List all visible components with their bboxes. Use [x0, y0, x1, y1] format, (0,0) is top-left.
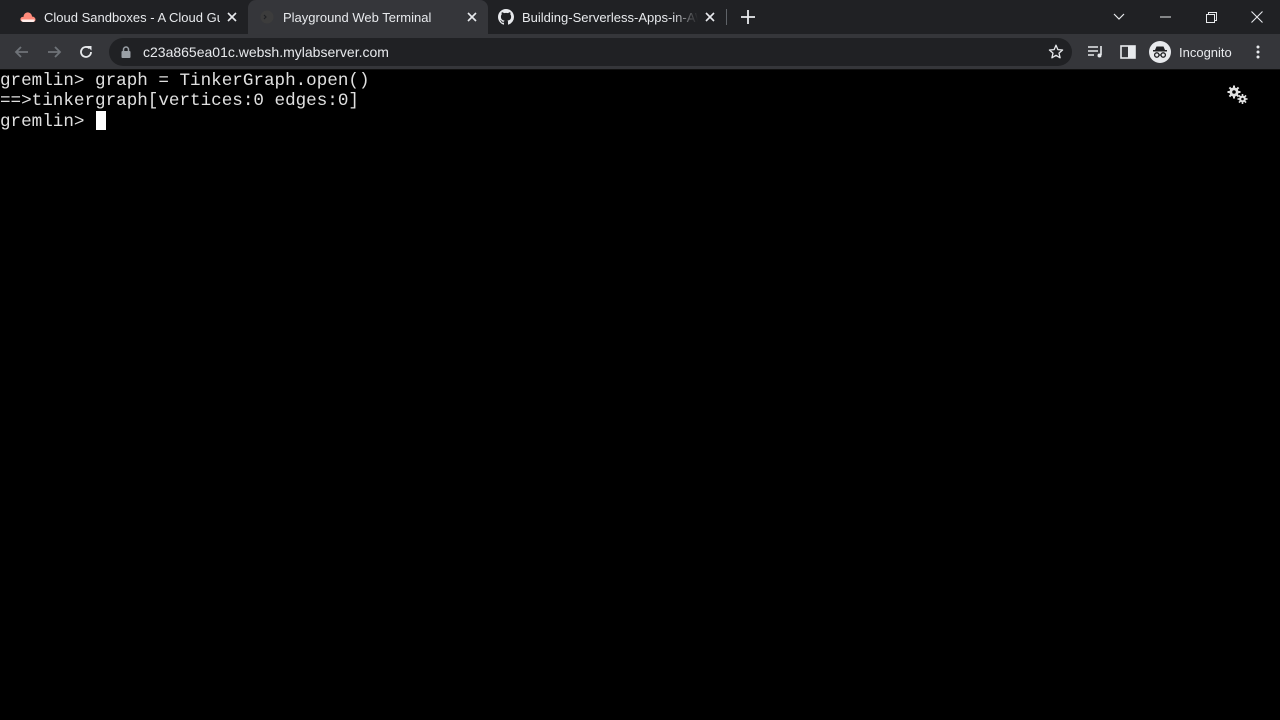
tab-cloud-sandboxes[interactable]: Cloud Sandboxes - A Cloud Guru — [0, 0, 248, 34]
incognito-profile-button[interactable]: Incognito — [1146, 38, 1240, 66]
new-tab-button[interactable] — [738, 7, 758, 27]
side-panel-button[interactable] — [1114, 38, 1142, 66]
browser-menu-button[interactable] — [1244, 38, 1272, 66]
tab-github-repo[interactable]: Building-Serverless-Apps-in-AWS — [488, 0, 726, 34]
profile-label: Incognito — [1179, 44, 1232, 60]
tab-search-button[interactable] — [1096, 0, 1142, 34]
close-icon[interactable] — [702, 9, 718, 25]
reading-list-button[interactable] — [1082, 38, 1110, 66]
close-icon[interactable] — [464, 9, 480, 25]
side-panel-icon — [1120, 45, 1136, 59]
close-window-button[interactable] — [1234, 0, 1280, 34]
minimize-button[interactable] — [1142, 0, 1188, 34]
forward-button[interactable] — [40, 38, 68, 66]
tab-playground-web-terminal[interactable]: Playground Web Terminal — [248, 0, 488, 34]
tab-separator — [726, 9, 727, 25]
reload-icon — [80, 46, 92, 58]
cloud-guru-icon — [20, 9, 36, 25]
kebab-menu-icon — [1256, 45, 1260, 59]
close-icon[interactable] — [224, 9, 240, 25]
restore-icon — [1205, 11, 1217, 23]
tab-title: Building-Serverless-Apps-in-AWS — [522, 9, 698, 25]
arrow-left-icon — [14, 46, 28, 58]
arrow-right-icon — [48, 46, 62, 58]
terminal-line-output: ==>tinkergraph[vertices:0 edges:0] — [0, 91, 359, 111]
terminal-line-command: gremlin> graph = TinkerGraph.open() — [0, 71, 370, 91]
chevron-down-icon — [1113, 13, 1125, 20]
tab-title: Cloud Sandboxes - A Cloud Guru — [44, 9, 220, 25]
browser-toolbar: c23a865ea01c.websh.mylabserver.com Incog… — [0, 34, 1280, 70]
terminal-cursor — [96, 111, 107, 130]
bookmark-star-icon[interactable] — [1048, 44, 1064, 60]
settings-gears-icon[interactable] — [1226, 84, 1250, 106]
reload-button[interactable] — [72, 38, 100, 66]
tab-strip: Cloud Sandboxes - A Cloud Guru Playgroun… — [0, 0, 1280, 34]
tab-title: Playground Web Terminal — [283, 9, 432, 25]
plus-icon — [741, 10, 755, 24]
incognito-icon — [1149, 41, 1171, 63]
github-icon — [498, 9, 514, 25]
close-icon — [1251, 11, 1263, 23]
address-bar[interactable]: c23a865ea01c.websh.mylabserver.com — [109, 38, 1072, 66]
media-queue-icon — [1088, 46, 1102, 58]
prompt-text: gremlin> — [0, 112, 96, 132]
terminal-globe-icon — [259, 9, 275, 25]
minimize-icon — [1159, 16, 1171, 18]
url-text: c23a865ea01c.websh.mylabserver.com — [143, 44, 389, 60]
back-button[interactable] — [8, 38, 36, 66]
lock-icon[interactable] — [119, 45, 133, 59]
web-terminal[interactable]: gremlin> graph = TinkerGraph.open() ==>t… — [0, 71, 1280, 720]
terminal-line-prompt: gremlin> — [0, 111, 107, 132]
restore-button[interactable] — [1188, 0, 1234, 34]
